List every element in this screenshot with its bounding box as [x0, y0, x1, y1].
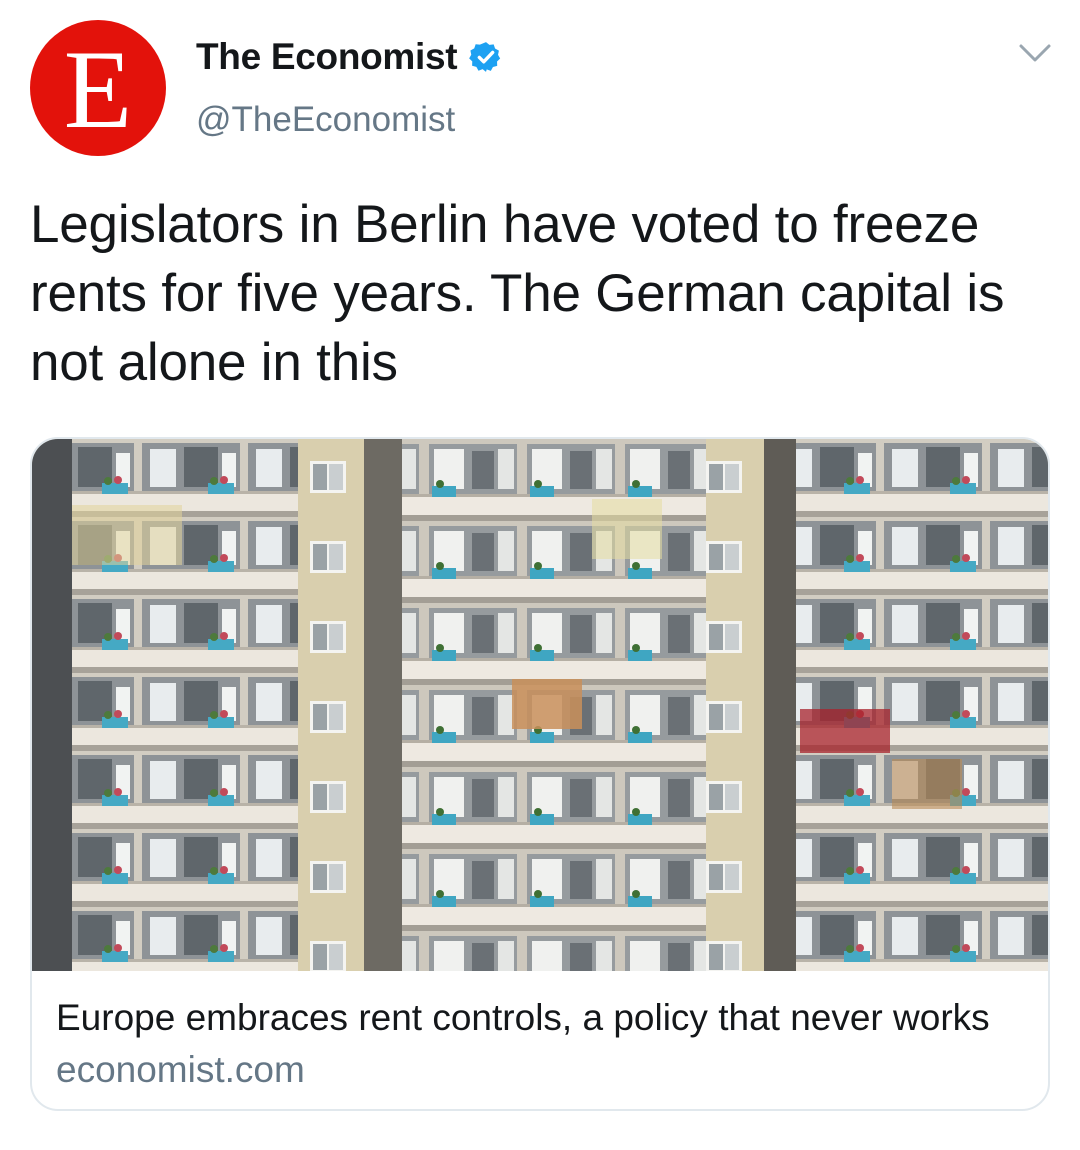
- link-card[interactable]: Europe embraces rent controls, a policy …: [30, 437, 1050, 1111]
- apartment-building-photo[interactable]: [32, 439, 1048, 971]
- tweet: E The Economist @TheEconomist Legislator…: [0, 0, 1080, 1150]
- chevron-down-icon[interactable]: [1018, 42, 1052, 66]
- card-title[interactable]: Europe embraces rent controls, a policy …: [56, 997, 990, 1039]
- card-domain: economist.com: [56, 1049, 305, 1090]
- economist-logo: E: [63, 28, 133, 152]
- author-name-row[interactable]: The Economist: [196, 36, 503, 78]
- handle[interactable]: @TheEconomist: [196, 100, 455, 140]
- verified-badge-icon: [469, 42, 501, 72]
- avatar[interactable]: E: [30, 20, 166, 156]
- tweet-text: Legislators in Berlin have voted to free…: [30, 195, 1005, 392]
- display-name[interactable]: The Economist: [196, 36, 458, 78]
